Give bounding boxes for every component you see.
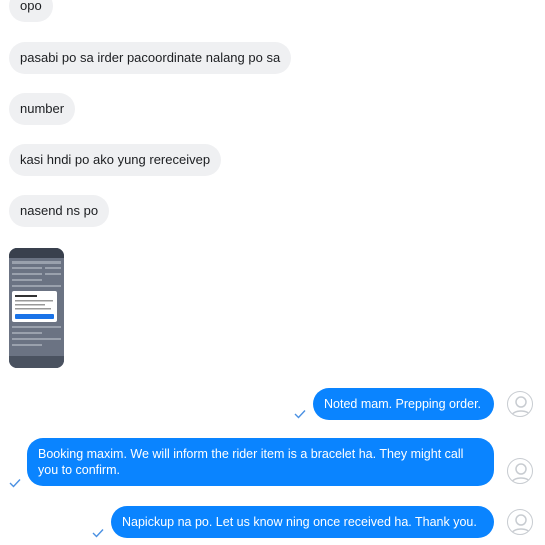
- screenshot-image-icon: [9, 248, 64, 368]
- avatar-placeholder-icon: [510, 463, 532, 483]
- chat-thread: opo pasabi po sa irder pacoordinate nala…: [0, 0, 545, 545]
- avatar[interactable]: [507, 509, 533, 535]
- avatar-placeholder-icon: [510, 514, 532, 534]
- message-text: kasi hndi po ako yung rereceivep: [20, 152, 211, 167]
- message-text: pasabi po sa irder pacoordinate nalang p…: [20, 50, 281, 65]
- incoming-message[interactable]: kasi hndi po ako yung rereceivep: [9, 144, 222, 176]
- check-icon: [294, 406, 306, 419]
- message-text: Booking maxim. We will inform the rider …: [38, 447, 464, 477]
- incoming-message[interactable]: opo: [9, 0, 53, 22]
- message-text: number: [20, 101, 65, 116]
- incoming-message[interactable]: nasend ns po: [9, 195, 110, 227]
- outgoing-message[interactable]: Noted mam. Prepping order.: [313, 388, 494, 420]
- attachment-image[interactable]: [9, 248, 64, 368]
- avatar[interactable]: [507, 458, 533, 484]
- check-icon: [9, 475, 21, 488]
- avatar[interactable]: [507, 391, 533, 417]
- outgoing-message[interactable]: Napickup na po. Let us know ning once re…: [111, 506, 494, 538]
- message-text: Napickup na po. Let us know ning once re…: [122, 515, 477, 529]
- outgoing-message[interactable]: Booking maxim. We will inform the rider …: [27, 438, 494, 486]
- message-text: opo: [20, 0, 42, 13]
- message-text: Noted mam. Prepping order.: [324, 397, 482, 411]
- incoming-message[interactable]: number: [9, 93, 76, 125]
- avatar-placeholder-icon: [510, 396, 532, 416]
- incoming-message[interactable]: pasabi po sa irder pacoordinate nalang p…: [9, 42, 292, 74]
- message-text: nasend ns po: [20, 203, 99, 218]
- check-icon: [92, 525, 104, 538]
